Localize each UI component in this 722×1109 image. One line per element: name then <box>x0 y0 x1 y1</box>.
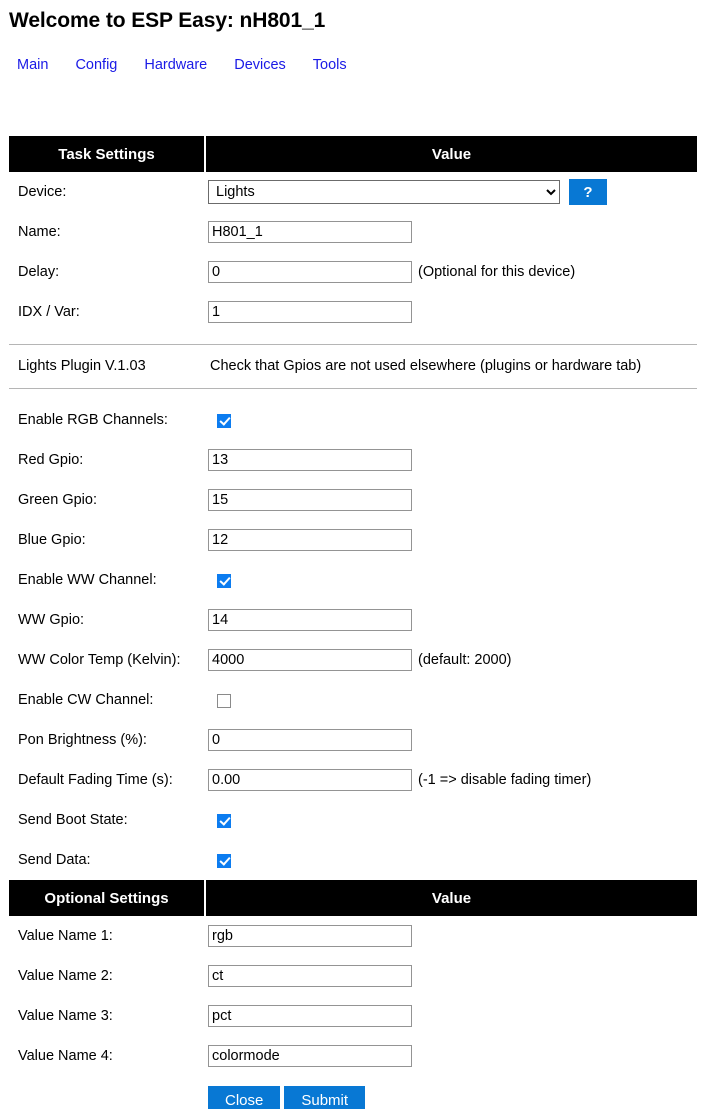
blue-gpio-label: Blue Gpio: <box>18 532 86 548</box>
row-actions: Close Submit <box>9 1076 697 1109</box>
row-pon-brightness: Pon Brightness (%): <box>9 720 697 760</box>
device-value-wrap: Lights ? <box>208 179 697 205</box>
row-name: Name: <box>9 212 697 252</box>
ww-color-temp-hint: (default: 2000) <box>418 652 512 668</box>
ww-color-temp-label: WW Color Temp (Kelvin): <box>18 652 181 668</box>
row-blue-gpio: Blue Gpio: <box>9 520 697 560</box>
default-fading-time-label: Default Fading Time (s): <box>18 772 173 788</box>
device-label: Device: <box>18 184 67 200</box>
send-boot-state-label: Send Boot State: <box>18 812 128 828</box>
device-config-table: Task Settings Value Device: Lights ? Nam <box>9 136 697 1109</box>
action-button-bar: Close Submit <box>205 1086 697 1109</box>
red-gpio-input[interactable] <box>208 449 412 471</box>
nav-link-devices[interactable]: Devices <box>234 56 286 74</box>
row-send-data: Send Data: <box>9 840 697 880</box>
ww-color-temp-input[interactable] <box>208 649 412 671</box>
row-device: Device: Lights ? <box>9 172 697 212</box>
optional-settings-header-value: Value <box>205 880 697 916</box>
nav-link-config[interactable]: Config <box>75 56 117 74</box>
enable-ww-checkbox[interactable] <box>217 574 231 589</box>
row-default-fading-time: Default Fading Time (s): (-1 => disable … <box>9 760 697 800</box>
value-name-3-input[interactable] <box>208 1005 412 1027</box>
device-help-button[interactable]: ? <box>569 179 607 205</box>
green-gpio-input[interactable] <box>208 489 412 511</box>
page-root: Welcome to ESP Easy: nH801_1 Main Config… <box>0 0 722 1109</box>
spacer-row <box>9 332 697 344</box>
task-settings-header-value: Value <box>205 136 697 172</box>
send-boot-state-checkbox[interactable] <box>217 814 231 829</box>
plugin-note: Check that Gpios are not used elsewhere … <box>205 343 697 389</box>
green-gpio-label: Green Gpio: <box>18 492 97 508</box>
send-data-label: Send Data: <box>18 852 91 868</box>
pon-brightness-input[interactable] <box>208 729 412 751</box>
enable-ww-label: Enable WW Channel: <box>18 572 157 588</box>
enable-cw-checkbox[interactable] <box>217 694 231 709</box>
plugin-version-label: Lights Plugin V.1.03 <box>9 343 205 389</box>
value-name-2-input[interactable] <box>208 965 412 987</box>
main-navigation: Main Config Hardware Devices Tools <box>0 34 722 74</box>
value-name-2-label: Value Name 2: <box>18 968 113 984</box>
value-name-4-input[interactable] <box>208 1045 412 1067</box>
idx-var-input[interactable] <box>208 301 412 323</box>
nav-link-tools[interactable]: Tools <box>313 56 347 74</box>
enable-rgb-checkbox[interactable] <box>217 414 231 429</box>
enable-rgb-label: Enable RGB Channels: <box>18 412 168 428</box>
row-green-gpio: Green Gpio: <box>9 480 697 520</box>
row-ww-gpio: WW Gpio: <box>9 600 697 640</box>
page-title: Welcome to ESP Easy: nH801_1 <box>9 9 326 32</box>
value-name-4-label: Value Name 4: <box>18 1048 113 1064</box>
delay-input[interactable] <box>208 261 412 283</box>
delay-hint: (Optional for this device) <box>418 264 576 280</box>
row-value-name-1: Value Name 1: <box>9 916 697 956</box>
row-enable-rgb: Enable RGB Channels: <box>9 400 697 440</box>
row-value-name-4: Value Name 4: <box>9 1036 697 1076</box>
row-red-gpio: Red Gpio: <box>9 440 697 480</box>
ww-gpio-label: WW Gpio: <box>18 612 85 628</box>
name-input[interactable] <box>208 221 412 243</box>
delay-label: Delay: <box>18 264 60 280</box>
default-fading-time-input[interactable] <box>208 769 412 791</box>
device-select[interactable]: Lights <box>208 180 560 204</box>
default-fading-time-hint: (-1 => disable fading timer) <box>418 772 592 788</box>
enable-cw-label: Enable CW Channel: <box>18 692 154 708</box>
nav-link-hardware[interactable]: Hardware <box>144 56 207 74</box>
row-enable-ww: Enable WW Channel: <box>9 560 697 600</box>
row-idx-var: IDX / Var: <box>9 292 697 332</box>
row-plugin-info: Lights Plugin V.1.03 Check that Gpios ar… <box>9 343 697 389</box>
idx-var-label: IDX / Var: <box>18 304 80 320</box>
close-button[interactable]: Close <box>208 1086 281 1109</box>
value-name-3-label: Value Name 3: <box>18 1008 113 1024</box>
row-delay: Delay: (Optional for this device) <box>9 252 697 292</box>
row-enable-cw: Enable CW Channel: <box>9 680 697 720</box>
red-gpio-label: Red Gpio: <box>18 452 84 468</box>
value-name-1-input[interactable] <box>208 925 412 947</box>
ww-gpio-input[interactable] <box>208 609 412 631</box>
nav-link-main[interactable]: Main <box>17 56 48 74</box>
row-ww-color-temp: WW Color Temp (Kelvin): (default: 2000) <box>9 640 697 680</box>
pon-brightness-label: Pon Brightness (%): <box>18 732 147 748</box>
name-label: Name: <box>18 224 61 240</box>
blue-gpio-input[interactable] <box>208 529 412 551</box>
actions-empty-cell <box>9 1076 205 1109</box>
optional-settings-header-row: Optional Settings Value <box>9 880 697 916</box>
value-name-1-label: Value Name 1: <box>18 928 113 944</box>
submit-button[interactable]: Submit <box>284 1086 366 1109</box>
task-settings-header-label: Task Settings <box>9 136 206 172</box>
task-settings-header-row: Task Settings Value <box>9 136 697 172</box>
row-value-name-3: Value Name 3: <box>9 996 697 1036</box>
row-send-boot-state: Send Boot State: <box>9 800 697 840</box>
spacer-row-2 <box>9 388 697 400</box>
send-data-checkbox[interactable] <box>217 854 231 869</box>
row-value-name-2: Value Name 2: <box>9 956 697 996</box>
optional-settings-header-label: Optional Settings <box>9 880 206 916</box>
